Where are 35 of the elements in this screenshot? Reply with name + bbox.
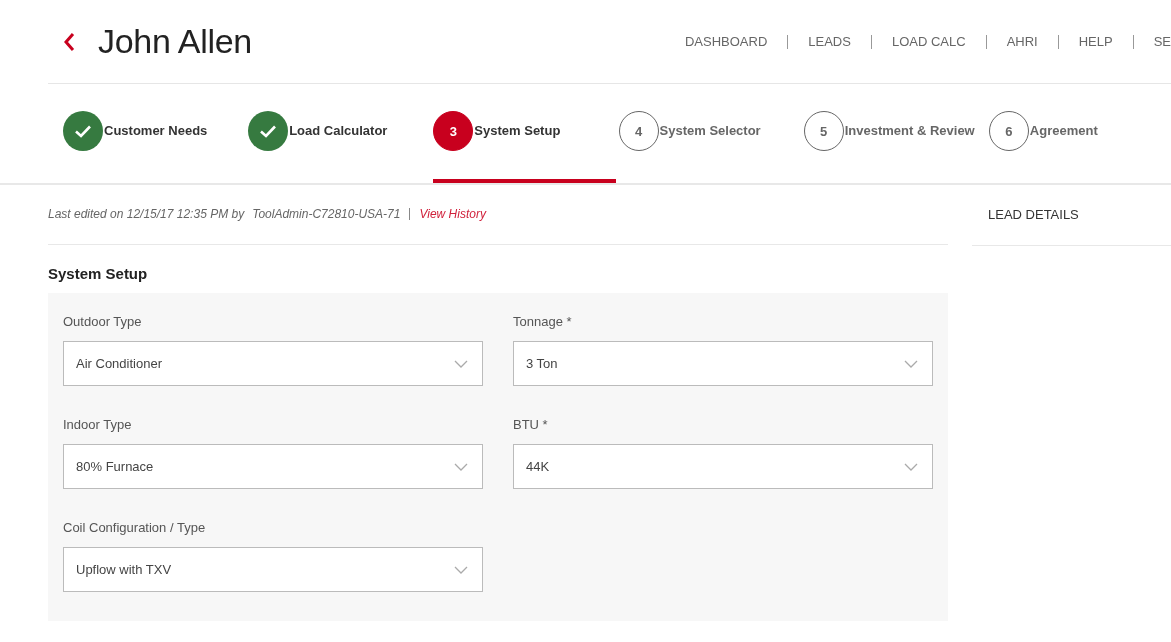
last-edited-text: Last edited on 12/15/17 12:35 PM by [48,206,245,223]
field-label: Coil Configuration / Type [63,519,206,537]
field-label: Outdoor Type [63,313,142,331]
step-number: 3 [433,111,474,151]
view-history-link[interactable]: View History [419,201,486,227]
chevron-down-icon [454,359,468,368]
nav-link[interactable]: HELP [1057,34,1133,49]
panel-title: LEAD DETAILS [988,207,1079,222]
select-field[interactable]: Air Conditioner [63,341,483,386]
nav-link[interactable]: DASHBOARD [664,34,788,49]
field-label: Indoor Type [63,416,132,434]
chevron-down-icon [454,462,468,471]
select-field[interactable]: Upflow with TXV [63,547,483,592]
page-title: John Allen [98,22,252,61]
step-tab[interactable]: Customer Needs [63,84,246,183]
select-field[interactable]: 80% Furnace [63,444,483,489]
step-tab[interactable]: 3 System Setup [433,84,616,183]
step-tab[interactable]: 4 System Selector [618,84,801,183]
field-label: BTU * [513,416,548,434]
section-title: System Setup [48,264,149,284]
step-tab[interactable]: Load Calculator [248,84,431,183]
chevron-down-icon [454,565,468,574]
step-tab[interactable]: 6 Agreement [988,84,1171,183]
select-field[interactable]: 3 Ton [513,341,933,386]
editor-name: ToolAdmin-C72810-USA-71 [252,208,411,220]
step-tab[interactable]: 5 Investment & Review [803,84,986,183]
nav-link[interactable]: SE [1132,34,1171,49]
chevron-down-icon [904,359,918,368]
nav-link[interactable]: LEADS [787,34,871,49]
nav-link[interactable]: LOAD CALC [870,34,986,49]
chevron-left-icon [63,31,75,52]
chevron-down-icon [904,462,918,471]
field-label: Tonnage * [513,313,572,331]
nav-link[interactable]: AHRI [985,34,1058,49]
select-field[interactable]: 44K [513,444,933,489]
